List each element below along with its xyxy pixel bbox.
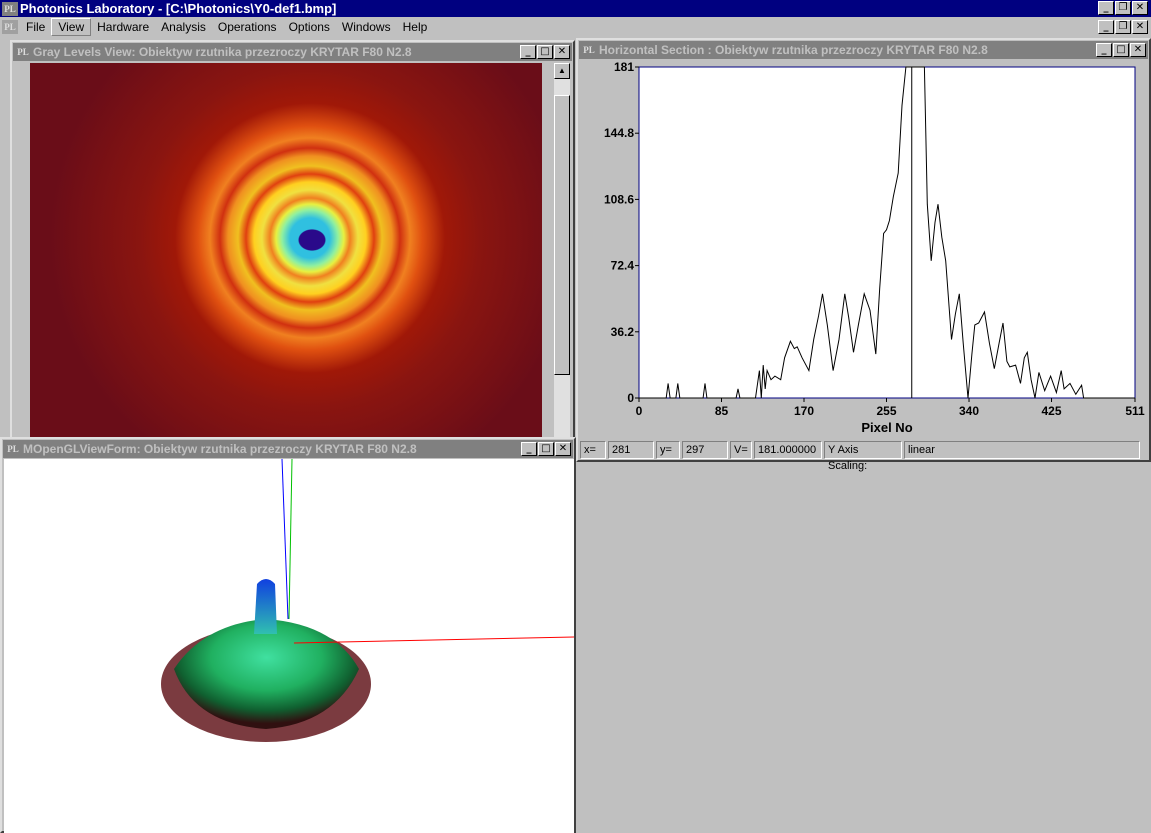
scroll-thumb[interactable] — [554, 95, 570, 375]
window-title: MOpenGLViewForm: Obiektyw rzutnika przez… — [23, 442, 417, 456]
y-tick-label: 36.2 — [611, 325, 635, 339]
gray-levels-window: PL Gray Levels View: Obiektyw rzutnika p… — [10, 40, 575, 439]
window-title-bar[interactable]: PL Gray Levels View: Obiektyw rzutnika p… — [13, 43, 572, 61]
scaling-label: Y Axis Scaling: — [824, 441, 902, 472]
app-logo-icon: PL — [2, 2, 18, 16]
z-axis-blue — [281, 459, 289, 620]
close-button[interactable]: ✕ — [555, 442, 571, 456]
menu-file[interactable]: File — [20, 19, 51, 35]
doc-close-button[interactable]: ✕ — [1132, 20, 1148, 34]
maximize-button[interactable]: □ — [1113, 43, 1129, 57]
menu-help[interactable]: Help — [397, 19, 434, 35]
y-label: y= — [656, 441, 680, 459]
close-button[interactable]: ✕ — [1130, 43, 1146, 57]
y-tick-label: 0 — [627, 391, 634, 405]
y-tick-label: 72.4 — [611, 259, 635, 273]
menu-operations[interactable]: Operations — [212, 19, 283, 35]
scaling-value: linear — [904, 441, 1140, 459]
window-title-bar[interactable]: PL MOpenGLViewForm: Obiektyw rzutnika pr… — [3, 440, 573, 458]
v-value: 181.000000 — [754, 441, 822, 459]
x-label: x= — [580, 441, 606, 459]
plot-area — [638, 66, 1136, 399]
maximize-button[interactable]: □ — [537, 45, 553, 59]
menu-view[interactable]: View — [51, 18, 92, 36]
x-tick-label: 255 — [876, 404, 896, 418]
3d-surface-view[interactable] — [4, 459, 574, 833]
window-title: Gray Levels View: Obiektyw rzutnika prze… — [33, 45, 412, 59]
app-title: Photonics Laboratory - [C:\Photonics\Y0-… — [20, 1, 337, 16]
v-label: V= — [730, 441, 752, 459]
window-title-bar[interactable]: PL Horizontal Section : Obiektyw rzutnik… — [579, 41, 1148, 59]
window-logo-icon: PL — [5, 442, 21, 456]
y-tick-label: 108.6 — [604, 192, 634, 206]
opengl-view-window: PL MOpenGLViewForm: Obiektyw rzutnika pr… — [0, 437, 576, 833]
y-value: 297 — [682, 441, 728, 459]
status-bar: x= 281 y= 297 V= 181.000000 Y Axis Scali… — [580, 441, 1140, 472]
window-logo-icon: PL — [581, 43, 597, 57]
x-tick-label: 340 — [959, 404, 979, 418]
vertical-scrollbar[interactable]: ▲ — [554, 63, 570, 437]
restore-button[interactable]: ❐ — [1115, 1, 1131, 15]
horizontal-section-window: PL Horizontal Section : Obiektyw rzutnik… — [576, 38, 1151, 472]
menu-analysis[interactable]: Analysis — [155, 19, 212, 35]
x-axis-red — [293, 636, 574, 644]
close-button[interactable]: ✕ — [1132, 1, 1148, 15]
menu-bar: PL File View Hardware Analysis Operation… — [0, 17, 1151, 37]
minimize-button[interactable]: _ — [1096, 43, 1112, 57]
minimize-button[interactable]: _ — [1098, 1, 1114, 15]
gray-levels-image[interactable] — [30, 63, 542, 437]
x-value: 281 — [608, 441, 654, 459]
x-tick-label: 511 — [1125, 404, 1145, 418]
x-axis-label: Pixel No — [861, 420, 912, 435]
z-axis-green — [288, 459, 293, 620]
x-tick-label: 0 — [636, 404, 643, 418]
menu-hardware[interactable]: Hardware — [91, 19, 155, 35]
app-title-bar: PL Photonics Laboratory - [C:\Photonics\… — [0, 0, 1151, 17]
y-tick-label: 181 — [614, 60, 634, 74]
surface-peak — [254, 579, 277, 634]
window-title: Horizontal Section : Obiektyw rzutnika p… — [599, 43, 988, 57]
x-tick-label: 170 — [794, 404, 814, 418]
maximize-button[interactable]: □ — [538, 442, 554, 456]
section-chart[interactable]: 0 85 170 255 340 425 511 0 36.2 72.4 108.6 144.8 181… — [578, 60, 1149, 440]
x-tick-label: 425 — [1042, 404, 1062, 418]
x-tick-label: 85 — [715, 404, 729, 418]
doc-logo-icon[interactable]: PL — [2, 20, 18, 34]
y-tick-label: 144.8 — [604, 126, 634, 140]
doc-minimize-button[interactable]: _ — [1098, 20, 1114, 34]
minimize-button[interactable]: _ — [521, 442, 537, 456]
close-button[interactable]: ✕ — [554, 45, 570, 59]
minimize-button[interactable]: _ — [520, 45, 536, 59]
scroll-up-icon[interactable]: ▲ — [554, 63, 570, 79]
doc-restore-button[interactable]: ❐ — [1115, 20, 1131, 34]
menu-windows[interactable]: Windows — [336, 19, 397, 35]
window-logo-icon: PL — [15, 45, 31, 59]
menu-options[interactable]: Options — [283, 19, 336, 35]
